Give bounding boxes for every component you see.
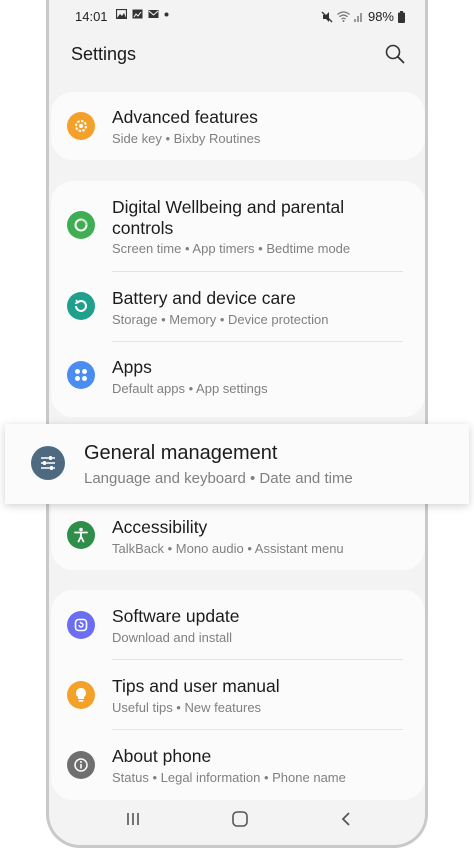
- home-button[interactable]: [228, 807, 252, 831]
- home-icon: [232, 811, 248, 827]
- signal-icon: [353, 13, 362, 22]
- item-title: Battery and device care: [112, 288, 296, 308]
- digital-wellbeing-item[interactable]: Digital Wellbeing and parental controls …: [51, 181, 425, 271]
- item-subtitle: Useful tips • New features: [112, 700, 262, 715]
- dot-icon: [164, 12, 169, 16]
- item-title: General management: [84, 442, 278, 464]
- item-title: About phone: [112, 746, 212, 766]
- battery-percent: 98%: [367, 9, 394, 24]
- item-subtitle: Screen time • App timers • Bedtime mode: [112, 241, 351, 256]
- accessibility-icon: [67, 521, 95, 549]
- item-subtitle: Download and install: [112, 630, 232, 645]
- item-title: Accessibility: [112, 517, 208, 537]
- system-icons: 98%: [321, 9, 405, 24]
- mail-icon: [148, 10, 159, 18]
- back-icon: [341, 812, 350, 826]
- software-update-item[interactable]: Software update Download and install: [51, 590, 425, 659]
- page-title: Settings: [71, 44, 137, 64]
- item-title: Advanced features: [112, 107, 258, 127]
- tips-user-manual-item[interactable]: Tips and user manual Useful tips • New f…: [51, 660, 425, 729]
- update-icon: [67, 611, 95, 639]
- lightbulb-icon: [67, 681, 95, 709]
- accessibility-item[interactable]: Accessibility TalkBack • Mono audio • As…: [51, 504, 425, 570]
- search-icon[interactable]: [385, 44, 405, 64]
- item-title: Software update: [112, 606, 240, 626]
- settings-card-advanced: Advanced features Side key • Bixby Routi…: [51, 92, 425, 160]
- gear-icon: [67, 112, 95, 140]
- notification-icons: [116, 9, 169, 19]
- image-icon: [116, 9, 127, 19]
- sliders-icon: [31, 446, 65, 480]
- status-time: 14:01: [75, 9, 108, 24]
- item-title: Apps: [112, 357, 152, 377]
- wifi-icon: [337, 11, 350, 22]
- recents-button[interactable]: [121, 807, 145, 831]
- info-icon: [67, 751, 95, 779]
- battery-device-care-item[interactable]: Battery and device care Storage • Memory…: [51, 272, 425, 341]
- wellbeing-icon: [67, 211, 95, 239]
- mute-icon: [321, 11, 333, 22]
- apps-icon: [67, 361, 95, 389]
- settings-card-device: Digital Wellbeing and parental controls …: [51, 181, 425, 417]
- item-subtitle: Status • Legal information • Phone name: [112, 770, 346, 785]
- recents-icon: [127, 813, 139, 825]
- about-phone-item[interactable]: About phone Status • Legal information •…: [51, 730, 425, 800]
- item-subtitle: Storage • Memory • Device protection: [112, 312, 329, 327]
- status-bar: 14:01 98%: [49, 0, 425, 34]
- battery-icon: [398, 10, 405, 23]
- item-subtitle: Language and keyboard • Date and time: [84, 470, 353, 487]
- navigation-bar: [49, 795, 425, 845]
- item-title: Digital Wellbeing and parental controls: [112, 197, 345, 238]
- advanced-features-item[interactable]: Advanced features Side key • Bixby Routi…: [51, 92, 425, 160]
- device-care-icon: [67, 292, 95, 320]
- item-title: Tips and user manual: [112, 676, 280, 696]
- image-icon: [132, 9, 143, 19]
- apps-item[interactable]: Apps Default apps • App settings: [51, 342, 425, 412]
- back-button[interactable]: [335, 807, 359, 831]
- general-management-item[interactable]: General management Language and keyboard…: [5, 424, 469, 504]
- settings-card-support: Software update Download and install Tip…: [51, 590, 425, 800]
- item-subtitle: TalkBack • Mono audio • Assistant menu: [112, 541, 344, 556]
- item-subtitle: Default apps • App settings: [112, 381, 268, 396]
- item-subtitle: Side key • Bixby Routines: [112, 131, 261, 146]
